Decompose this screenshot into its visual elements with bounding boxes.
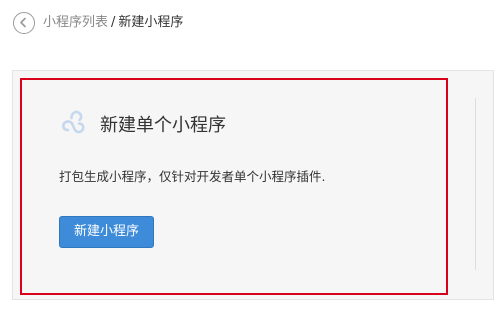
mini-program-logo-icon [59,108,89,136]
top-bar: 小程序列表 / 新建小程序 [0,0,494,50]
breadcrumb-link-mini-program-list[interactable]: 小程序列表 [43,15,108,30]
breadcrumb: 小程序列表 / 新建小程序 [43,14,183,32]
back-icon[interactable] [13,12,35,34]
breadcrumb-separator: / [111,15,116,30]
card-description: 打包生成小程序，仅针对开发者单个小程序插件. [59,169,326,184]
breadcrumb-current: 新建小程序 [118,15,184,30]
column-divider [475,98,476,270]
card-title: 新建单个小程序 [100,115,226,136]
new-mini-program-button[interactable]: 新建小程序 [59,216,154,248]
